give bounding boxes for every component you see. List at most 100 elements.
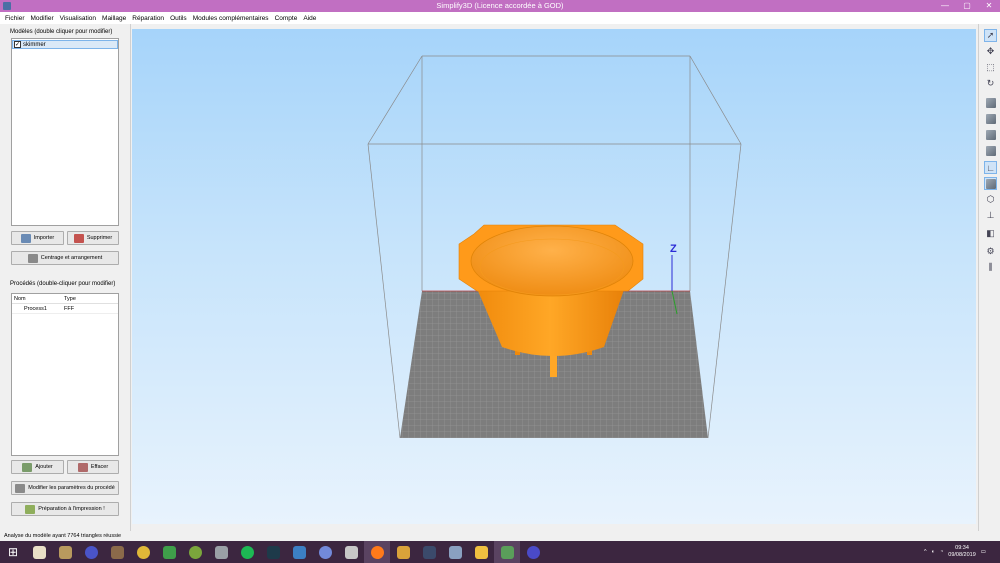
- menu-outils[interactable]: Outils: [168, 15, 191, 22]
- clock-date: 09/08/2019: [948, 552, 976, 558]
- processes-list[interactable]: Nom Type Process1 FFF: [11, 293, 119, 456]
- import-button[interactable]: Importer: [11, 231, 64, 245]
- prepare-print-icon: [25, 504, 36, 514]
- notifications-icon[interactable]: ▭: [981, 549, 986, 555]
- delete-button[interactable]: Supprimer: [67, 231, 119, 245]
- menu-reparation[interactable]: Réparation: [130, 15, 168, 22]
- col-type[interactable]: Type: [64, 296, 76, 302]
- view-default-icon[interactable]: [984, 96, 997, 109]
- import-icon: [20, 233, 31, 243]
- taskbar-gear-app[interactable]: [520, 541, 546, 563]
- folder-icon: [58, 545, 72, 559]
- axes-icon[interactable]: ∟: [984, 161, 997, 174]
- taskbar-explorer[interactable]: [468, 541, 494, 563]
- document-icon: [32, 545, 46, 559]
- menu-aide[interactable]: Aide: [301, 15, 320, 22]
- taskbar-spotify[interactable]: [234, 541, 260, 563]
- close-button[interactable]: ✕: [978, 0, 1000, 12]
- add-process-button[interactable]: Ajouter: [11, 460, 64, 474]
- cross-section-icon[interactable]: ◧: [984, 227, 997, 240]
- model-list-item[interactable]: ✓ skimmer: [12, 40, 118, 49]
- models-group-title: Modèles (double cliquer pour modifier): [10, 29, 113, 35]
- supports-icon[interactable]: ⫼: [984, 261, 997, 274]
- prepare-print-button[interactable]: Préparation à l'impression !: [11, 502, 119, 516]
- app-teal-icon: [266, 545, 280, 559]
- model-name: skimmer: [23, 41, 46, 48]
- menu-compte[interactable]: Compte: [273, 15, 302, 22]
- taskbar-shield-app[interactable]: [208, 541, 234, 563]
- 3d-viewport[interactable]: Z: [132, 29, 976, 524]
- taskbar-file-app[interactable]: [26, 541, 52, 563]
- clear-process-button[interactable]: Effacer: [67, 460, 119, 474]
- taskbar-window-app[interactable]: [416, 541, 442, 563]
- status-bar: Analyse du modèle ayant 7764 triangles r…: [0, 531, 1000, 541]
- minimize-button[interactable]: —: [934, 0, 956, 12]
- clock-time: 09:34: [955, 545, 969, 551]
- right-toolbar: ➚ ✥ ⬚ ↻ ∟ ⬡ ⊥ ◧ ⚙ ⫼: [978, 24, 1000, 531]
- taskbar-chrome[interactable]: [130, 541, 156, 563]
- clock[interactable]: 09:34 09/08/2019: [948, 545, 976, 559]
- settings-gear-icon[interactable]: ⚙: [984, 245, 997, 258]
- menu-modifier[interactable]: Modifier: [29, 15, 58, 22]
- taskbar-simplify3d[interactable]: [494, 541, 520, 563]
- view-front-icon[interactable]: [984, 112, 997, 125]
- process-type: FFF: [64, 306, 75, 312]
- taskbar: ⊞ ^ ◐ ◔ 09:34 09/08/2019 ▭: [0, 541, 1000, 563]
- models-list[interactable]: ✓ skimmer: [11, 38, 119, 226]
- menu-visualisation[interactable]: Visualisation: [58, 15, 100, 22]
- window-title: Simplify3D (Licence accordée à GOD): [436, 1, 564, 10]
- taskbar-avocado[interactable]: [182, 541, 208, 563]
- edit-process-settings-button[interactable]: Modifier les paramètres du procédé: [11, 481, 119, 495]
- left-panel: Modèles (double cliquer pour modifier) ✓…: [0, 24, 131, 531]
- model-visibility-checkbox[interactable]: ✓: [14, 41, 21, 48]
- taskbar-firefox[interactable]: [364, 541, 390, 563]
- solid-icon[interactable]: [984, 177, 997, 190]
- taskbar-scissors-app[interactable]: [338, 541, 364, 563]
- menu-modules[interactable]: Modules complémentaires: [191, 15, 273, 22]
- view-side-icon[interactable]: [984, 144, 997, 157]
- taskbar-bars-app[interactable]: [390, 541, 416, 563]
- view-top-icon[interactable]: [984, 128, 997, 141]
- taskbar-hammer-app[interactable]: [104, 541, 130, 563]
- menu-fichier[interactable]: Fichier: [3, 15, 29, 22]
- axis-indicator-icon[interactable]: ⊥: [984, 209, 997, 222]
- maximize-button[interactable]: ▢: [956, 0, 978, 12]
- window-title-bar: Simplify3D (Licence accordée à GOD) — ▢ …: [0, 0, 1000, 12]
- firefox-icon: [370, 545, 384, 559]
- rotate-icon[interactable]: ↻: [984, 77, 997, 90]
- taskbar-app-green[interactable]: [156, 541, 182, 563]
- wireframe-icon[interactable]: ⬡: [984, 193, 997, 206]
- calculator-icon: [448, 545, 462, 559]
- center-arrange-button[interactable]: Centrage et arrangement: [11, 251, 119, 265]
- select-icon[interactable]: ➚: [984, 29, 997, 42]
- discord-icon: [318, 545, 332, 559]
- network-icon[interactable]: ◔: [940, 549, 943, 555]
- avocado-icon: [188, 545, 202, 559]
- start-button[interactable]: ⊞: [0, 541, 26, 563]
- shield-icon: [214, 545, 228, 559]
- scale-icon[interactable]: ⬚: [984, 61, 997, 74]
- taskbar-folder-app[interactable]: [52, 541, 78, 563]
- move-icon[interactable]: ✥: [984, 45, 997, 58]
- scissors-icon: [344, 545, 358, 559]
- taskbar-discord[interactable]: [312, 541, 338, 563]
- taskbar-settings-app[interactable]: [78, 541, 104, 563]
- window-icon: [422, 545, 436, 559]
- bars-icon: [396, 545, 410, 559]
- chrome-icon: [136, 545, 150, 559]
- taskbar-calculator[interactable]: [442, 541, 468, 563]
- tray-expand-icon[interactable]: ^: [924, 549, 927, 555]
- volume-icon[interactable]: ◐: [932, 549, 935, 555]
- simplify3d-icon: [500, 545, 514, 559]
- col-name[interactable]: Nom: [12, 296, 64, 302]
- edit-settings-icon: [15, 483, 26, 493]
- explorer-folder-icon: [474, 545, 488, 559]
- gear-app-icon: [526, 545, 540, 559]
- spotify-icon: [240, 545, 254, 559]
- arrange-icon: [27, 253, 38, 263]
- process-row[interactable]: Process1 FFF: [12, 305, 118, 314]
- taskbar-remote-desktop[interactable]: [286, 541, 312, 563]
- menu-maillage[interactable]: Maillage: [100, 15, 130, 22]
- taskbar-teal-app[interactable]: [260, 541, 286, 563]
- hammer-icon: [110, 545, 124, 559]
